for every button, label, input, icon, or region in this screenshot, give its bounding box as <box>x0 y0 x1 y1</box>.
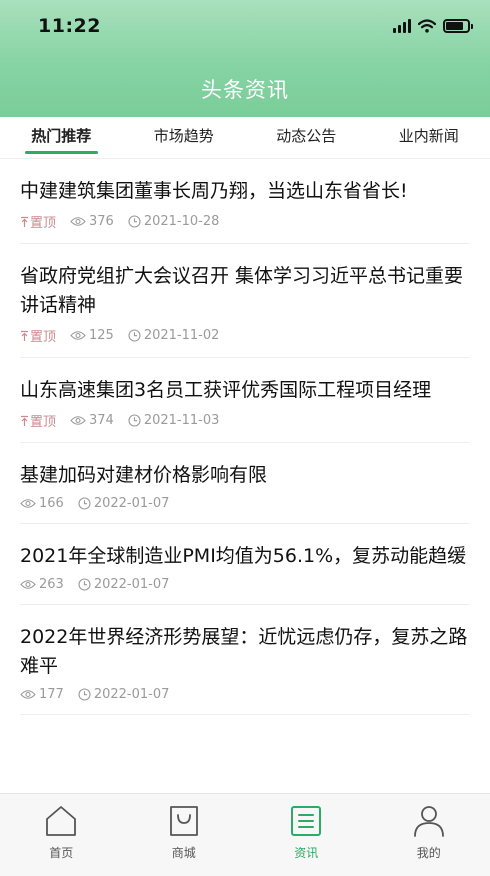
eye-icon <box>20 499 36 508</box>
person-icon <box>413 806 444 837</box>
view-count-value: 166 <box>39 496 64 511</box>
eye-icon <box>70 331 86 340</box>
news-item[interactable]: 基建加码对建材价格影响有限 166 2022-01-07 <box>20 443 470 524</box>
status-icons <box>393 16 473 36</box>
news-meta: 263 2022-01-07 <box>20 577 470 592</box>
news-item[interactable]: 中建建筑集团董事长周乃翔，当选山东省省长! 置顶 376 2021-10-28 <box>20 159 470 244</box>
view-count-value: 374 <box>89 413 114 428</box>
tabbar-item-mine[interactable]: 我的 <box>368 794 490 876</box>
publish-date-value: 2022-01-07 <box>93 496 170 511</box>
news-item[interactable]: 2022年世界经济形势展望：近忧远虑仍存，复苏之路难平 177 2022-01-… <box>20 605 470 715</box>
news-list: 中建建筑集团董事长周乃翔，当选山东省省长! 置顶 376 2021-10-28 … <box>0 159 490 793</box>
tabbar-item-news[interactable]: 资讯 <box>245 794 368 876</box>
eye-icon <box>70 217 86 226</box>
news-meta: 177 2022-01-07 <box>20 687 470 702</box>
news-title: 省政府党组扩大会议召开 集体学习习近平总书记重要讲话精神 <box>20 265 464 316</box>
publish-date: 2022-01-07 <box>78 496 170 511</box>
view-count-value: 376 <box>89 214 114 229</box>
tabbar-label: 首页 <box>49 846 74 860</box>
pin-label: 置顶 <box>30 330 57 345</box>
publish-date-value: 2021-10-28 <box>143 214 220 229</box>
news-title: 2022年世界经济形势展望：近忧远虑仍存，复苏之路难平 <box>20 626 468 677</box>
tabbar-label: 我的 <box>416 846 441 860</box>
news-meta: 置顶 125 2021-11-02 <box>20 326 470 345</box>
publish-date-value: 2022-01-07 <box>93 687 170 702</box>
eye-icon <box>70 416 86 425</box>
eye-icon <box>20 690 36 699</box>
clock-icon <box>128 215 141 228</box>
tabbar-label: 商城 <box>171 846 196 860</box>
view-count-value: 263 <box>39 577 64 592</box>
news-meta: 166 2022-01-07 <box>20 496 470 511</box>
view-count: 125 <box>70 328 114 343</box>
view-count: 376 <box>70 214 114 229</box>
news-item[interactable]: 2021年全球制造业PMI均值为56.1%，复苏动能趋缓 263 2022-01… <box>20 524 470 605</box>
news-title: 基建加码对建材价格影响有限 <box>20 464 268 486</box>
news-title: 2021年全球制造业PMI均值为56.1%，复苏动能趋缓 <box>20 545 467 567</box>
status-time: 11:22 <box>38 15 101 37</box>
pin-label: 置顶 <box>30 415 57 430</box>
clock-icon <box>128 414 141 427</box>
home-icon <box>46 806 77 836</box>
view-count-value: 177 <box>39 687 64 702</box>
tabbar-label: 资讯 <box>294 846 319 860</box>
publish-date-value: 2021-11-03 <box>143 413 220 428</box>
tab-announcements[interactable]: 动态公告 <box>245 117 368 158</box>
pin-label: 置顶 <box>30 216 57 231</box>
clock-icon <box>78 578 91 591</box>
pin-tag: 置顶 <box>20 326 56 345</box>
news-title: 中建建筑集团董事长周乃翔，当选山东省省长! <box>20 180 408 202</box>
header: 11:22 头条资讯 <box>0 0 490 117</box>
bottom-tab-bar: 首页 商城 资讯 我的 <box>0 793 490 876</box>
view-count: 177 <box>20 687 64 702</box>
category-tabs: 热门推荐 市场趋势 动态公告 业内新闻 <box>0 117 490 159</box>
view-count: 166 <box>20 496 64 511</box>
news-item[interactable]: 山东高速集团3名员工获评优秀国际工程项目经理 置顶 374 2021-11-03 <box>20 358 470 443</box>
view-count: 263 <box>20 577 64 592</box>
clock-icon <box>128 329 141 342</box>
view-count: 374 <box>70 413 114 428</box>
tab-market-trends[interactable]: 市场趋势 <box>123 117 246 158</box>
pin-arrow-icon <box>21 415 28 426</box>
pin-tag: 置顶 <box>20 212 56 231</box>
pin-arrow-icon <box>21 330 28 341</box>
clock-icon <box>78 497 91 510</box>
publish-date: 2022-01-07 <box>78 577 170 592</box>
publish-date: 2021-10-28 <box>128 214 220 229</box>
shopping-bag-icon <box>169 806 198 836</box>
tabbar-item-mall[interactable]: 商城 <box>123 794 246 876</box>
news-icon <box>291 806 322 836</box>
news-meta: 置顶 374 2021-11-03 <box>20 411 470 430</box>
clock-icon <box>78 688 91 701</box>
pin-tag: 置顶 <box>20 411 56 430</box>
page-title: 头条资讯 <box>201 78 289 102</box>
news-title: 山东高速集团3名员工获评优秀国际工程项目经理 <box>20 379 432 401</box>
publish-date-value: 2022-01-07 <box>93 577 170 592</box>
view-count-value: 125 <box>89 328 114 343</box>
eye-icon <box>20 580 36 589</box>
publish-date: 2021-11-02 <box>128 328 220 343</box>
tab-hot[interactable]: 热门推荐 <box>0 117 123 158</box>
tab-industry-news[interactable]: 业内新闻 <box>368 117 490 158</box>
publish-date: 2021-11-03 <box>128 413 220 428</box>
wifi-icon <box>418 19 436 33</box>
status-bar: 11:22 <box>0 0 490 52</box>
publish-date: 2022-01-07 <box>78 687 170 702</box>
cellular-signal-icon <box>393 19 411 33</box>
pin-arrow-icon <box>21 216 28 227</box>
battery-icon <box>443 19 473 33</box>
publish-date-value: 2021-11-02 <box>143 328 220 343</box>
news-meta: 置顶 376 2021-10-28 <box>20 212 470 231</box>
news-item[interactable]: 省政府党组扩大会议召开 集体学习习近平总书记重要讲话精神 置顶 125 2021… <box>20 244 470 358</box>
tabbar-item-home[interactable]: 首页 <box>0 794 123 876</box>
